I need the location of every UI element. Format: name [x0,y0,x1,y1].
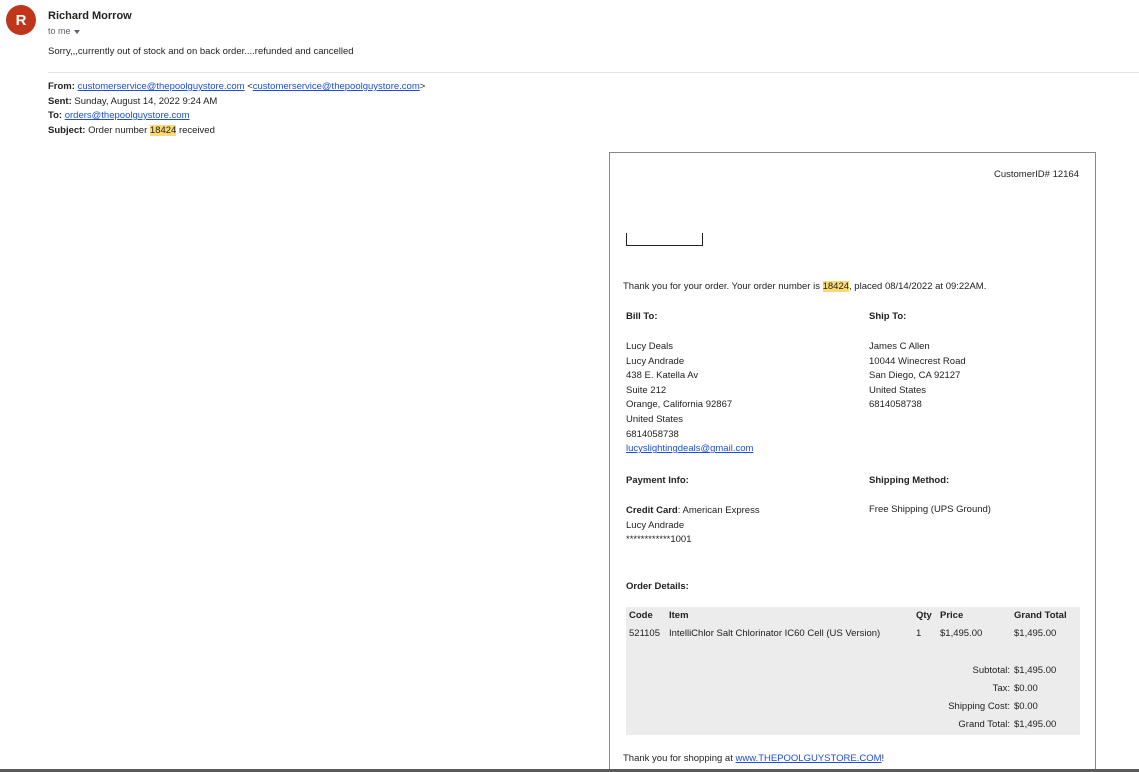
shipping-cost-label: Shipping Cost: [948,701,1010,712]
card-number: ************1001 [626,534,692,546]
order-confirmation: CustomerID# 12164 Thank you for your ord… [609,152,1096,772]
col-grand-total: Grand Total [1014,610,1067,621]
bill-line: 6814058738 [626,428,679,440]
table-header: Code Item Qty Price Grand Total [626,610,1080,624]
grand-total-row: Grand Total: $1,495.00 [626,719,1080,733]
subject-label: Subject: [48,124,86,136]
quote-divider [48,72,1139,73]
store-website-link[interactable]: www.THEPOOLGUYSTORE.COM [736,753,882,764]
subject-post: received [178,124,215,136]
bill-email-link[interactable]: lucyslightingdeals@gmail.com [626,443,753,454]
card-holder: Lucy Andrade [626,519,685,531]
bill-to-heading: Bill To: [626,311,658,322]
bill-line: Orange, California 92867 [626,399,733,411]
thanks-post: , placed 08/14/2022 at 09:22AM. [849,281,987,292]
to-label: To: [48,110,63,121]
row-code: 521105 [629,628,660,639]
store-logo-placeholder [626,233,703,246]
from-email-link[interactable]: customerservice@thepoolguystore.com [78,81,245,92]
subtotal-label: Subtotal: [972,665,1011,676]
order-details-heading: Order Details: [626,581,689,592]
from-label: From: [48,81,75,92]
sent-line: Sent: Sunday, August 14, 2022 9:24 AM [48,95,425,110]
subject-order-number: 18424 [149,124,177,136]
tax-label: Tax: [992,683,1010,694]
ship-to-address: James C Allen 10044 Winecrest Road San D… [869,340,966,413]
ship-line: 10044 Winecrest Road [869,355,966,367]
col-item: Item [669,610,689,621]
payment-info: Credit Card: American Express Lucy Andra… [626,504,760,548]
bill-line: Lucy Andrade [626,355,685,367]
customer-id: CustomerID# 12164 [993,169,1079,180]
bill-line: 438 E. Katella Av [626,370,699,382]
row-price: $1,495.00 [940,628,983,639]
row-total: $1,495.00 [1014,628,1057,639]
ship-line: United States [869,384,927,396]
order-details-table: Code Item Qty Price Grand Total 521105 I… [626,607,1080,735]
sender-avatar: R [6,5,36,35]
bill-to-address: Lucy Deals Lucy Andrade 438 E. Katella A… [626,340,753,457]
subtotal-row: Subtotal: $1,495.00 [626,665,1080,679]
footer-pre: Thank you for shopping at [623,753,733,764]
card-label: Credit Card [626,505,678,516]
thanks-pre: Thank you for your order. Your order num… [623,281,820,292]
shipping-cost-row: Shipping Cost: $0.00 [626,701,1080,715]
to-email-link[interactable]: orders@thepoolguystore.com [65,110,190,121]
tax-value: $0.00 [1014,683,1038,694]
row-qty: 1 [916,628,922,639]
grand-total-label: Grand Total: [958,719,1010,730]
col-qty: Qty [916,610,932,621]
grand-total-value: $1,495.00 [1014,719,1057,730]
recipient-details-toggle[interactable]: to me [48,26,80,36]
col-code: Code [629,610,653,621]
order-thanks: Thank you for your order. Your order num… [623,281,986,292]
shipping-cost-value: $0.00 [1014,701,1038,712]
bill-line: United States [626,413,684,425]
forwarded-headers: From: customerservice@thepoolguystore.co… [48,80,425,138]
footer-post: ! [881,753,885,764]
footer-thanks: Thank you for shopping at www.THEPOOLGUY… [623,753,884,764]
shipping-method-heading: Shipping Method: [869,475,950,486]
sender-name[interactable]: Richard Morrow [48,10,132,22]
table-row: 521105 IntelliChlor Salt Chlorinator IC6… [626,628,1080,642]
ship-line: 6814058738 [869,399,922,411]
reply-message: Sorry,,,currently out of stock and on ba… [48,46,354,57]
row-item: IntelliChlor Salt Chlorinator IC60 Cell … [669,628,881,639]
chevron-down-icon[interactable] [73,29,80,34]
order-number: 18424 [822,281,850,292]
shipping-method-value: Free Shipping (UPS Ground) [869,504,991,515]
ship-to-heading: Ship To: [869,311,907,322]
subject-pre: Order number [88,124,148,136]
payment-info-heading: Payment Info: [626,475,689,486]
card-value: : American Express [677,505,760,516]
sent-value: Sunday, August 14, 2022 9:24 AM [74,95,218,107]
ship-line: San Diego, CA 92127 [869,370,961,382]
ship-line: James C Allen [869,341,930,352]
subtotal-value: $1,495.00 [1014,665,1057,676]
bill-line: Lucy Deals [626,341,673,352]
from-line: From: customerservice@thepoolguystore.co… [48,81,426,92]
to-line: To: orders@thepoolguystore.com [48,109,425,124]
col-price: Price [940,610,964,621]
tax-row: Tax: $0.00 [626,683,1080,697]
sent-label: Sent: [48,95,72,107]
subject-line: Subject: Order number 18424 received [48,124,425,139]
bill-line: Suite 212 [626,384,667,396]
from-email-link-2[interactable]: customerservice@thepoolguystore.com [253,81,420,92]
to-line-text: to me [48,26,71,36]
